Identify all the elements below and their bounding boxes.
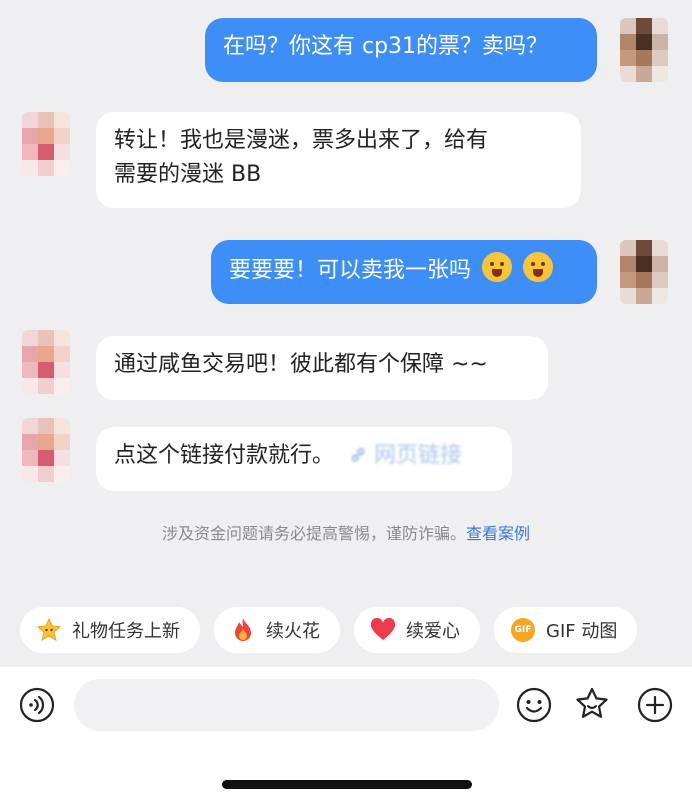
- chip-label: 续火花: [266, 621, 320, 642]
- heart-icon: [370, 617, 396, 643]
- message-text: 点这个链接付款就行。: [114, 443, 335, 468]
- message-bubble-incoming[interactable]: 通过咸鱼交易吧！彼此都有个保障 ~~: [96, 336, 548, 400]
- chip-label: 续爱心: [406, 621, 460, 642]
- fire-icon: [230, 617, 256, 643]
- chip-spark[interactable]: 续火花: [214, 607, 340, 653]
- voice-icon[interactable]: [19, 687, 55, 723]
- message-text-line: 转让！我也是漫迷，票多出来了，给有: [114, 128, 489, 153]
- message-input[interactable]: [74, 679, 499, 731]
- hug-emoji-icon: [482, 252, 513, 282]
- view-cases-link[interactable]: 查看案例: [466, 524, 530, 543]
- quick-action-chips: 礼物任务上新 续火花 续爱心 GIF GIF 动图: [20, 607, 638, 653]
- chip-gif[interactable]: GIF GIF 动图: [494, 607, 638, 653]
- avatar-self[interactable]: [620, 18, 668, 82]
- security-notice: 涉及资金问题请务必提高警惕，谨防诈骗。查看案例: [0, 520, 692, 544]
- input-bar: [0, 667, 692, 800]
- star-icon: [36, 617, 62, 643]
- message-text: 要要要！可以卖我一张吗: [229, 258, 472, 283]
- message-text-line: 需要的漫迷 BB: [114, 162, 262, 187]
- link-icon: [351, 448, 365, 462]
- payment-link[interactable]: 网页链接: [349, 439, 462, 473]
- avatar-contact[interactable]: [22, 418, 70, 482]
- chip-label: GIF 动图: [546, 621, 618, 642]
- gif-icon: GIF: [510, 617, 536, 643]
- message-text: 在吗？你这有 cp31的票？卖吗？: [223, 34, 549, 59]
- chat-area: 在吗？你这有 cp31的票？卖吗？ 转让！我也是漫迷，票多出来了，给有 需要的漫…: [0, 0, 692, 600]
- avatar-self[interactable]: [620, 240, 668, 304]
- message-bubble-outgoing[interactable]: 在吗？你这有 cp31的票？卖吗？: [205, 18, 597, 82]
- message-bubble-incoming[interactable]: 转让！我也是漫迷，票多出来了，给有 需要的漫迷 BB: [96, 112, 581, 208]
- gif-badge: GIF: [511, 618, 535, 642]
- plus-icon[interactable]: [637, 687, 673, 723]
- chip-label: 礼物任务上新: [72, 621, 180, 642]
- link-text: 网页链接: [374, 443, 463, 468]
- chip-gift-tasks[interactable]: 礼物任务上新: [20, 607, 200, 653]
- message-bubble-outgoing[interactable]: 要要要！可以卖我一张吗: [211, 240, 597, 304]
- hug-emoji-icon: [523, 252, 554, 282]
- sticker-star-icon[interactable]: [574, 686, 610, 722]
- chip-love[interactable]: 续爱心: [354, 607, 480, 653]
- avatar-contact[interactable]: [22, 112, 70, 176]
- notice-text: 涉及资金问题请务必提高警惕，谨防诈骗。: [161, 524, 466, 543]
- message-bubble-incoming[interactable]: 点这个链接付款就行。 网页链接: [96, 427, 512, 491]
- avatar-contact[interactable]: [22, 330, 70, 394]
- home-indicator: [222, 780, 472, 789]
- emoji-face-icon[interactable]: [516, 687, 552, 723]
- message-text: 通过咸鱼交易吧！彼此都有个保障 ~~: [114, 352, 488, 377]
